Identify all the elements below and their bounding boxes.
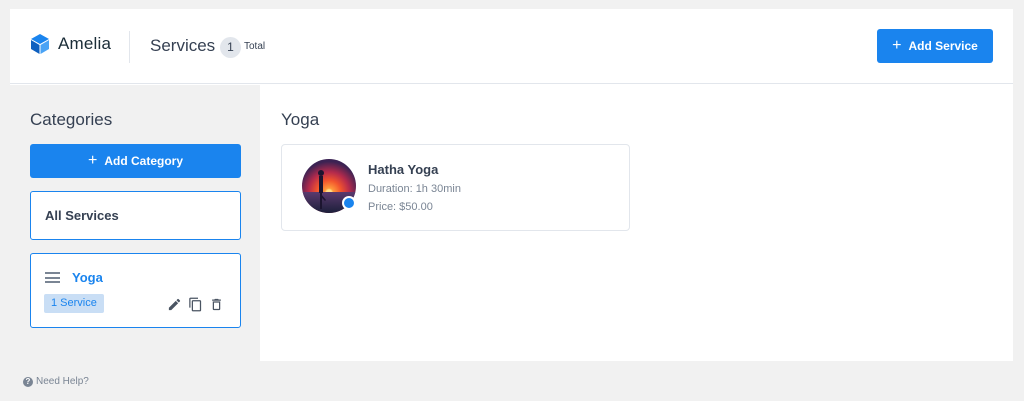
service-count-label: Total	[244, 41, 266, 52]
category-card-yoga[interactable]: Yoga 1 Service	[30, 253, 241, 328]
need-help-label: Need Help?	[36, 376, 89, 387]
categories-heading: Categories	[30, 110, 113, 129]
app-container: Amelia Services 1 Total + Add Service Ca…	[10, 9, 1013, 361]
header-divider	[129, 31, 130, 63]
service-price: Price: $50.00	[368, 201, 433, 213]
category-title: Yoga	[281, 110, 320, 129]
pencil-icon[interactable]	[167, 297, 182, 312]
copy-icon[interactable]	[188, 297, 203, 312]
service-count-badge: 1	[220, 37, 241, 58]
question-circle-icon: ?	[23, 376, 33, 387]
add-service-label: Add Service	[908, 39, 978, 53]
all-services-card[interactable]: All Services	[30, 191, 241, 240]
brand-name: Amelia	[58, 34, 112, 53]
service-card[interactable]: Hatha Yoga Duration: 1h 30min Price: $50…	[281, 144, 630, 231]
add-service-button[interactable]: + Add Service	[877, 29, 993, 63]
category-actions	[167, 297, 224, 312]
all-services-label: All Services	[45, 208, 119, 223]
trash-icon[interactable]	[209, 297, 224, 312]
plus-icon: +	[892, 37, 902, 54]
plus-icon: +	[87, 152, 98, 169]
yoga-figure-silhouette	[318, 170, 326, 209]
category-name[interactable]: Yoga	[72, 270, 103, 285]
page-header: Amelia Services 1 Total + Add Service	[10, 9, 1013, 84]
page-title: Services	[150, 36, 216, 55]
need-help-link[interactable]: ? Need Help?	[23, 376, 89, 387]
service-name: Hatha Yoga	[368, 162, 439, 177]
brand-logo[interactable]: Amelia	[29, 33, 111, 55]
hamburger-icon[interactable]	[45, 272, 60, 283]
status-indicator	[342, 196, 356, 210]
add-category-button[interactable]: + Add Category	[30, 144, 241, 178]
services-main: Yoga Hatha Yoga Duration: 1h 30min Price…	[260, 85, 1013, 361]
add-category-label: Add Category	[104, 154, 184, 168]
categories-sidebar: Categories + Add Category All Services Y…	[10, 85, 260, 361]
amelia-logo-icon	[31, 34, 49, 54]
category-service-count: 1 Service	[44, 294, 104, 313]
service-duration: Duration: 1h 30min	[368, 183, 461, 195]
